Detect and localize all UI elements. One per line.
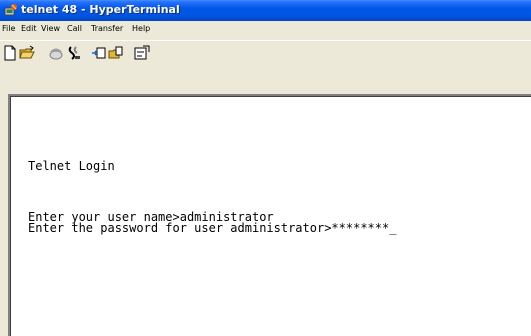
password-prompt-line: Enter the password for user administrato…	[28, 221, 397, 235]
menu-bar: File Edit View Call Transfer Help	[0, 21, 531, 40]
terminal-area: Telnet Login Enter your user name>admini…	[0, 70, 531, 336]
window-title: telnet 48 - HyperTerminal	[21, 3, 180, 16]
terminal-screen[interactable]: Telnet Login Enter your user name>admini…	[8, 94, 531, 336]
toolbar	[0, 40, 531, 68]
hyperterminal-window: telnet 48 - HyperTerminal File Edit View…	[0, 0, 531, 336]
menu-transfer[interactable]: Transfer	[91, 24, 123, 33]
disconnect-icon[interactable]	[66, 45, 82, 61]
call-icon[interactable]	[48, 45, 64, 61]
open-folder-icon[interactable]	[19, 45, 35, 61]
telnet-login-header: Telnet Login	[28, 159, 115, 173]
menu-help[interactable]: Help	[132, 24, 150, 33]
new-document-icon[interactable]	[2, 45, 18, 61]
send-icon[interactable]	[91, 45, 107, 61]
title-bar[interactable]: telnet 48 - HyperTerminal	[0, 0, 531, 21]
properties-icon[interactable]	[134, 45, 150, 61]
menu-view[interactable]: View	[41, 24, 60, 33]
receive-icon[interactable]	[108, 45, 124, 61]
menu-file[interactable]: File	[2, 24, 15, 33]
menu-call[interactable]: Call	[67, 24, 82, 33]
menu-edit[interactable]: Edit	[21, 24, 37, 33]
hyperterminal-app-icon	[4, 4, 17, 16]
